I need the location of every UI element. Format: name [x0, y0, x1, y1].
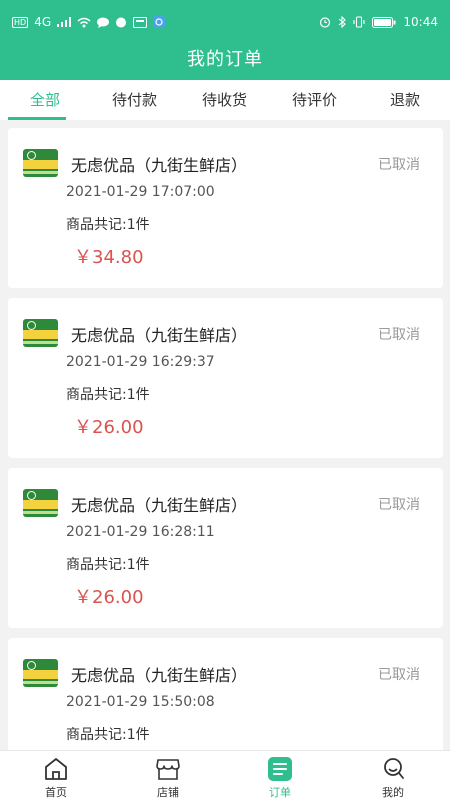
order-status: 已取消 [378, 497, 420, 513]
shop-name: 无虑优品（九街生鲜店） [71, 496, 248, 515]
shop-name: 无虑优品（九街生鲜店） [71, 326, 248, 345]
order-status: 已取消 [378, 157, 420, 173]
clock-text: 10:44 [403, 15, 438, 29]
message-icon [115, 17, 127, 28]
order-time: 2021-01-29 17:07:00 [66, 184, 215, 200]
chat-icon [97, 17, 110, 28]
order-icon [267, 757, 293, 781]
order-card[interactable]: 无虑优品（九街生鲜店） 已取消 2021-01-29 16:29:37 商品共记… [8, 298, 443, 458]
tab-refund[interactable]: 退款 [390, 80, 420, 120]
store-icon [155, 757, 181, 781]
shop-logo-icon [23, 149, 58, 177]
header: HD 4G 10:44 我的订单 [0, 0, 450, 80]
order-time: 2021-01-29 16:28:11 [66, 524, 215, 540]
nav-profile[interactable]: 我的 [363, 751, 423, 800]
app-root: HD 4G 10:44 我的订单 全部 待付款 待收货 待评价 退款 无虑优品（… [0, 0, 450, 800]
battery-icon [372, 16, 396, 28]
order-tabs: 全部 待付款 待收货 待评价 退款 [0, 80, 450, 120]
nav-home[interactable]: 首页 [26, 751, 86, 800]
order-time: 2021-01-29 16:29:37 [66, 354, 215, 370]
vibrate-icon [353, 16, 365, 28]
nav-orders[interactable]: 订单 [250, 751, 310, 800]
shop-name: 无虑优品（九街生鲜店） [71, 666, 248, 685]
bluetooth-icon [338, 16, 347, 28]
order-card[interactable]: 无虑优品（九街生鲜店） 已取消 2021-01-29 17:07:00 商品共记… [8, 128, 443, 288]
tab-all[interactable]: 全部 [30, 80, 60, 120]
order-time: 2021-01-29 15:50:08 [66, 694, 215, 710]
order-item-count: 商品共记:1件 [66, 387, 150, 403]
order-item-count: 商品共记:1件 [66, 217, 150, 233]
network-label: 4G [34, 15, 52, 29]
nav-home-label: 首页 [45, 786, 67, 799]
order-card[interactable]: 无虑优品（九街生鲜店） 已取消 2021-01-29 16:28:11 商品共记… [8, 468, 443, 628]
shop-logo-icon [23, 489, 58, 517]
tab-pending-receipt[interactable]: 待收货 [202, 80, 247, 120]
nav-store-label: 店铺 [157, 786, 179, 799]
page-title: 我的订单 [187, 49, 263, 70]
tab-pending-review[interactable]: 待评价 [292, 80, 337, 120]
home-icon [43, 757, 69, 781]
status-bar: HD 4G 10:44 [0, 0, 450, 44]
bottom-nav: 首页 店铺 订单 我的 [0, 750, 450, 800]
status-left: HD 4G [12, 15, 166, 29]
notification-app-icon [133, 16, 148, 28]
order-card[interactable]: 无虑优品（九街生鲜店） 已取消 2021-01-29 15:50:08 商品共记… [8, 638, 443, 750]
shop-logo-icon [23, 659, 58, 687]
status-right: 10:44 [319, 15, 438, 29]
order-list: 无虑优品（九街生鲜店） 已取消 2021-01-29 17:07:00 商品共记… [0, 120, 450, 750]
order-item-count: 商品共记:1件 [66, 557, 150, 573]
nav-profile-label: 我的 [382, 786, 404, 799]
browser-icon [153, 16, 166, 28]
tab-pending-payment[interactable]: 待付款 [112, 80, 157, 120]
alarm-icon [319, 16, 331, 28]
order-price: ￥26.00 [74, 417, 144, 438]
wifi-icon [77, 17, 91, 28]
shop-name: 无虑优品（九街生鲜店） [71, 156, 248, 175]
profile-icon [380, 757, 406, 781]
order-status: 已取消 [378, 327, 420, 343]
shop-logo-icon [23, 319, 58, 347]
order-price: ￥34.80 [74, 247, 144, 268]
hd-badge: HD [12, 16, 29, 28]
nav-orders-label: 订单 [269, 786, 291, 799]
order-item-count: 商品共记:1件 [66, 727, 150, 743]
order-price: ￥26.00 [74, 587, 144, 608]
order-status: 已取消 [378, 667, 420, 683]
signal-icon [57, 17, 72, 27]
nav-store[interactable]: 店铺 [138, 751, 198, 800]
